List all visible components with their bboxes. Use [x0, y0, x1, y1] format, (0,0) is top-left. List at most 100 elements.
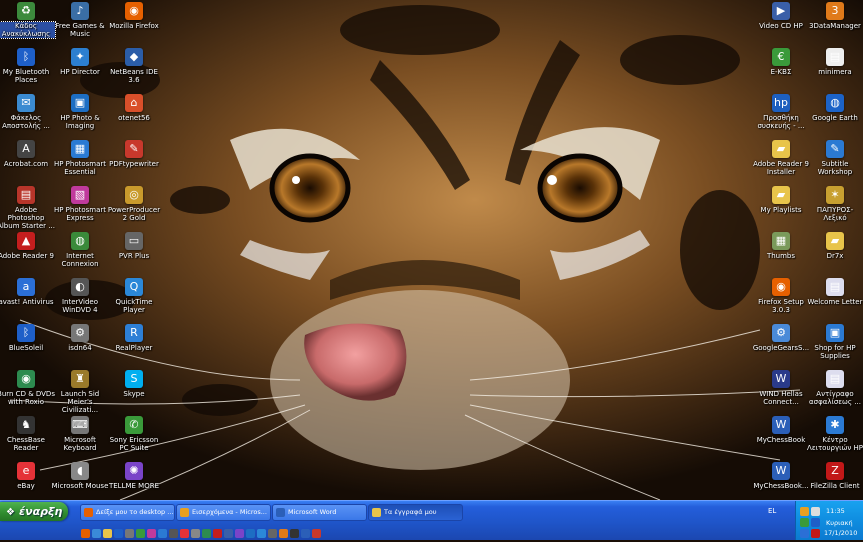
- quick-launch-icon[interactable]: [125, 529, 134, 538]
- tray-network-icon[interactable]: [800, 518, 809, 527]
- 3datamanager-icon: 3: [826, 2, 844, 20]
- tray-hp-icon[interactable]: [811, 529, 820, 538]
- desktop-icon[interactable]: ✶ ΠΑΠΥΡΟΣ-Λεξικό: [806, 186, 863, 222]
- task-button[interactable]: Δείξε μου το desktop ...: [80, 504, 175, 521]
- language-indicator[interactable]: EL: [768, 507, 776, 515]
- task-button[interactable]: Microsoft Word: [272, 504, 367, 521]
- desktop-icon[interactable]: ⌂ otenet56: [105, 94, 163, 122]
- desktop-icon[interactable]: ᛒ My Bluetooth Places: [0, 48, 55, 84]
- desktop-icon[interactable]: ◆ NetBeans IDE 3.6: [105, 48, 163, 84]
- quick-launch-icon[interactable]: [81, 529, 90, 538]
- desktop-icon[interactable]: ▰ My Playlists: [752, 186, 810, 214]
- desktop-icon[interactable]: R RealPlayer: [105, 324, 163, 352]
- tray-outlook-icon[interactable]: [800, 507, 809, 516]
- quick-launch-icon[interactable]: [268, 529, 277, 538]
- desktop-icon[interactable]: ◖ Microsoft Mouse: [51, 462, 109, 490]
- desktop-icon[interactable]: ᛒ BlueSoleil: [0, 324, 55, 352]
- desktop-icon[interactable]: ✆ Sony Ericsson PC Suite: [105, 416, 163, 452]
- desktop-icon[interactable]: ✎ PDFtypewriter: [105, 140, 163, 168]
- desktop-icon-label: Launch Sid Meier's Civilizati...: [60, 390, 100, 414]
- desktop-icon[interactable]: ▦ HP Photosmart Essential: [51, 140, 109, 176]
- quick-launch-icon[interactable]: [103, 529, 112, 538]
- desktop-icon[interactable]: ✺ TELLME MORE: [105, 462, 163, 490]
- quick-launch-icon[interactable]: [114, 529, 123, 538]
- tray-volume-icon[interactable]: [811, 507, 820, 516]
- powerproducer-icon: ◎: [125, 186, 143, 204]
- task-button[interactable]: Τα έγγραφά μου: [368, 504, 463, 521]
- quick-launch-icon[interactable]: [246, 529, 255, 538]
- desktop-icon[interactable]: ▶ Video CD HP: [752, 2, 810, 30]
- desktop-icon[interactable]: W MyChessBook...: [752, 462, 810, 490]
- task-button-label: Εισερχόμενα - Micros...: [192, 508, 267, 516]
- desktop-icon[interactable]: ◉ Firefox Setup 3.0.3: [752, 278, 810, 314]
- desktop-icon[interactable]: ⌨ Microsoft Keyboard: [51, 416, 109, 452]
- minimera-icon: ▤: [826, 48, 844, 66]
- desktop-icon-label: Adobe Photoshop Album Starter ...: [0, 206, 55, 230]
- quick-launch-icon[interactable]: [235, 529, 244, 538]
- desktop-icon[interactable]: ▲ Adobe Reader 9: [0, 232, 55, 260]
- desktop-icon[interactable]: W WIND Hellas Connect...: [752, 370, 810, 406]
- desktop-icon[interactable]: Z FileZilla Client: [806, 462, 863, 490]
- desktop-icon[interactable]: ♜ Launch Sid Meier's Civilizati...: [51, 370, 109, 414]
- start-button[interactable]: ❖ έναρξη: [0, 502, 68, 521]
- quick-launch-icon[interactable]: [312, 529, 321, 538]
- desktop-icon[interactable]: ▤ Welcome Letter: [806, 278, 863, 306]
- quick-launch-icon[interactable]: [92, 529, 101, 538]
- desktop-icon[interactable]: ▣ HP Photo & Imaging: [51, 94, 109, 130]
- desktop-icon[interactable]: ◎ PowerProducer 2 Gold: [105, 186, 163, 222]
- quick-launch-icon[interactable]: [279, 529, 288, 538]
- desktop-icon[interactable]: ◐ InterVideo WinDVD 4: [51, 278, 109, 314]
- desktop-icon[interactable]: ▦ Thumbs: [752, 232, 810, 260]
- desktop-icon[interactable]: ♞ ChessBase Reader: [0, 416, 55, 452]
- quick-launch-icon[interactable]: [136, 529, 145, 538]
- desktop-icon[interactable]: ⚙ isdn64: [51, 324, 109, 352]
- hp-photosmart-icon: ▦: [71, 140, 89, 158]
- quick-launch-icon[interactable]: [257, 529, 266, 538]
- desktop-icon[interactable]: S Skype: [105, 370, 163, 398]
- quick-launch-icon[interactable]: [169, 529, 178, 538]
- quick-launch-icon[interactable]: [191, 529, 200, 538]
- desktop-icon[interactable]: ▤ Adobe Photoshop Album Starter ...: [0, 186, 55, 230]
- desktop-icon[interactable]: ▤ Αντίγραφο ασφαλίσεως ...: [806, 370, 863, 406]
- desktop-icon[interactable]: ✦ HP Director: [51, 48, 109, 76]
- desktop-icon[interactable]: ◍ Google Earth: [806, 94, 863, 122]
- desktop-icon[interactable]: ♻ Κάδος Ανακύκλωσης: [0, 2, 56, 39]
- quick-launch-icon[interactable]: [158, 529, 167, 538]
- quick-launch-icon[interactable]: [180, 529, 189, 538]
- tray-bluetooth-icon[interactable]: [811, 518, 820, 527]
- desktop-icon[interactable]: ✉ Φάκελος Αποστολής ...: [0, 94, 55, 130]
- desktop-icon[interactable]: e eBay: [0, 462, 55, 490]
- desktop-icon[interactable]: W MyChessBook: [752, 416, 810, 444]
- clock-time[interactable]: 11:35: [826, 507, 845, 515]
- desktop-icon[interactable]: ✎ Subtitle Workshop: [806, 140, 863, 176]
- tray-antivirus-icon[interactable]: [800, 529, 809, 538]
- outlook-icon: [180, 507, 189, 517]
- desktop-icon[interactable]: hp Προσθήκη συσκευής - ...: [752, 94, 810, 130]
- desktop-icon[interactable]: ▰ Dr7x: [806, 232, 863, 260]
- desktop-icon[interactable]: ▭ PVR Plus: [105, 232, 163, 260]
- desktop-icon[interactable]: ◉ Mozilla Firefox: [105, 2, 163, 30]
- desktop-icon[interactable]: ⚙ GoogleGearsS...: [752, 324, 810, 352]
- desktop-icon[interactable]: € E-ΚΒΣ: [752, 48, 810, 76]
- task-button[interactable]: Εισερχόμενα - Micros...: [176, 504, 271, 521]
- desktop-icon[interactable]: ▰ Adobe Reader 9 Installer: [752, 140, 810, 176]
- quick-launch-icon[interactable]: [202, 529, 211, 538]
- quick-launch-icon[interactable]: [147, 529, 156, 538]
- desktop-icon[interactable]: ▤ minimera: [806, 48, 863, 76]
- desktop-icon[interactable]: ▧ HP Photosmart Express: [51, 186, 109, 222]
- windows-flag-icon: ❖: [6, 507, 15, 518]
- desktop-icon[interactable]: ♪ Free Games & Music: [51, 2, 109, 38]
- desktop-icon[interactable]: ✱ Κέντρο Λειτουργιών HP: [806, 416, 863, 452]
- desktop-icon[interactable]: ▣ Shop for HP Supplies: [806, 324, 863, 360]
- quick-launch-icon[interactable]: [213, 529, 222, 538]
- desktop-icon[interactable]: 3 3DataManager: [806, 2, 863, 30]
- desktop-icon[interactable]: A Acrobat.com: [0, 140, 55, 168]
- desktop-icon[interactable]: a avast! Antivirus: [0, 278, 55, 306]
- quick-launch-icon[interactable]: [224, 529, 233, 538]
- desktop-icon[interactable]: Q QuickTime Player: [105, 278, 163, 314]
- quick-launch-icon[interactable]: [290, 529, 299, 538]
- quick-launch-icon[interactable]: [301, 529, 310, 538]
- desktop-icon[interactable]: ◍ Internet Connexion: [51, 232, 109, 268]
- google-earth-icon: ◍: [826, 94, 844, 112]
- desktop-icon[interactable]: ◉ Burn CD & DVDs with Roxio: [0, 370, 55, 406]
